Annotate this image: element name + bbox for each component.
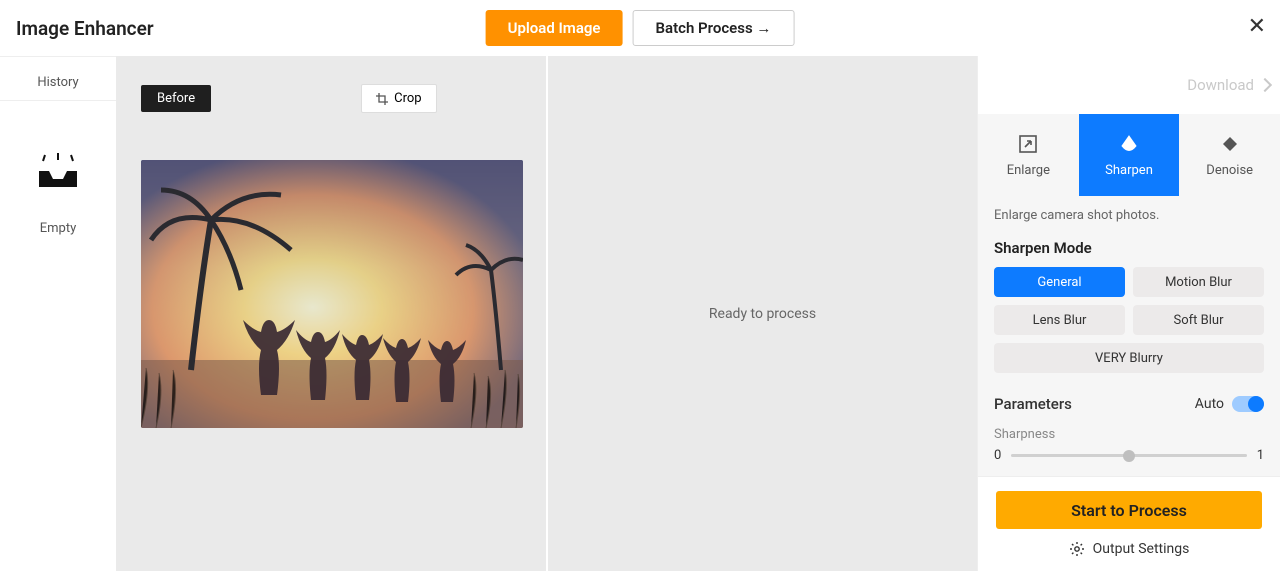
mode-motion-blur[interactable]: Motion Blur: [1133, 267, 1264, 297]
parameters-title: Parameters: [994, 395, 1072, 413]
empty-state: Empty: [37, 151, 79, 236]
bottom-actions: Start to Process Output Settings: [978, 476, 1280, 571]
output-settings-button[interactable]: Output Settings: [996, 541, 1262, 561]
chevron-right-icon: [1258, 78, 1272, 92]
mode-lens-blur[interactable]: Lens Blur: [994, 305, 1125, 335]
gear-icon: [1069, 541, 1085, 557]
divider: [0, 100, 116, 101]
inbox-icon: [37, 151, 79, 191]
before-pane-header: Before Crop: [141, 84, 437, 113]
parameters-row: Parameters Auto: [978, 373, 1280, 419]
output-settings-label: Output Settings: [1093, 541, 1190, 557]
tab-enlarge[interactable]: Enlarge: [978, 114, 1079, 196]
mode-description: Enlarge camera shot photos.: [978, 196, 1280, 233]
history-sidebar: History Empty: [0, 56, 116, 571]
mode-very-blurry[interactable]: VERY Blurry: [994, 343, 1264, 373]
denoise-icon: [1219, 133, 1241, 155]
sharpness-min: 0: [994, 448, 1001, 463]
sharpness-slider[interactable]: [1011, 454, 1246, 457]
settings-body: Enlarge Sharpen Denoise Enlarge camera s…: [978, 114, 1280, 476]
beach-photo: [141, 160, 523, 428]
sharpen-mode-title: Sharpen Mode: [978, 233, 1280, 267]
workspace: Before Crop: [116, 56, 977, 571]
toggle-knob: [1248, 396, 1264, 412]
before-badge: Before: [141, 85, 211, 112]
sharpen-mode-grid: General Motion Blur Lens Blur Soft Blur …: [978, 267, 1280, 373]
crop-label: Crop: [394, 91, 421, 106]
tab-denoise[interactable]: Denoise: [1179, 114, 1280, 196]
app-title: Image Enhancer: [16, 17, 154, 40]
main-area: History Empty Before Crop: [0, 56, 1280, 571]
start-process-button[interactable]: Start to Process: [996, 491, 1262, 529]
tab-denoise-label: Denoise: [1206, 163, 1253, 178]
settings-panel: Download Enlarge Sharpen Denoise Enlarge…: [977, 56, 1280, 571]
empty-label: Empty: [40, 221, 77, 236]
download-label: Download: [1187, 76, 1254, 94]
enlarge-icon: [1017, 133, 1039, 155]
download-button[interactable]: Download: [978, 56, 1280, 114]
sharpness-max: 1: [1257, 448, 1264, 463]
tab-sharpen-label: Sharpen: [1105, 163, 1153, 178]
mode-tabs: Enlarge Sharpen Denoise: [978, 114, 1280, 196]
sharpen-icon: [1118, 133, 1140, 155]
crop-icon: [376, 93, 388, 105]
top-bar: Image Enhancer Upload Image Batch Proces…: [0, 0, 1280, 56]
history-label: History: [37, 75, 78, 90]
auto-toggle[interactable]: [1232, 396, 1264, 412]
sharpness-label: Sharpness: [978, 419, 1280, 442]
upload-image-button[interactable]: Upload Image: [486, 10, 623, 46]
auto-label: Auto: [1195, 396, 1224, 412]
mode-general[interactable]: General: [994, 267, 1125, 297]
slider-thumb: [1123, 450, 1135, 462]
before-image[interactable]: [141, 160, 523, 428]
batch-process-button[interactable]: Batch Process →: [633, 10, 795, 46]
tab-enlarge-label: Enlarge: [1007, 163, 1050, 178]
after-pane: Ready to process: [546, 56, 977, 571]
close-icon[interactable]: ✕: [1248, 14, 1266, 39]
ready-label: Ready to process: [709, 306, 816, 322]
before-pane: Before Crop: [117, 56, 546, 571]
sharpness-slider-row: 0 1: [978, 442, 1280, 476]
top-buttons: Upload Image Batch Process →: [486, 10, 795, 46]
mode-soft-blur[interactable]: Soft Blur: [1133, 305, 1264, 335]
tab-sharpen[interactable]: Sharpen: [1079, 114, 1180, 196]
crop-button[interactable]: Crop: [361, 84, 436, 113]
auto-block: Auto: [1195, 396, 1264, 412]
